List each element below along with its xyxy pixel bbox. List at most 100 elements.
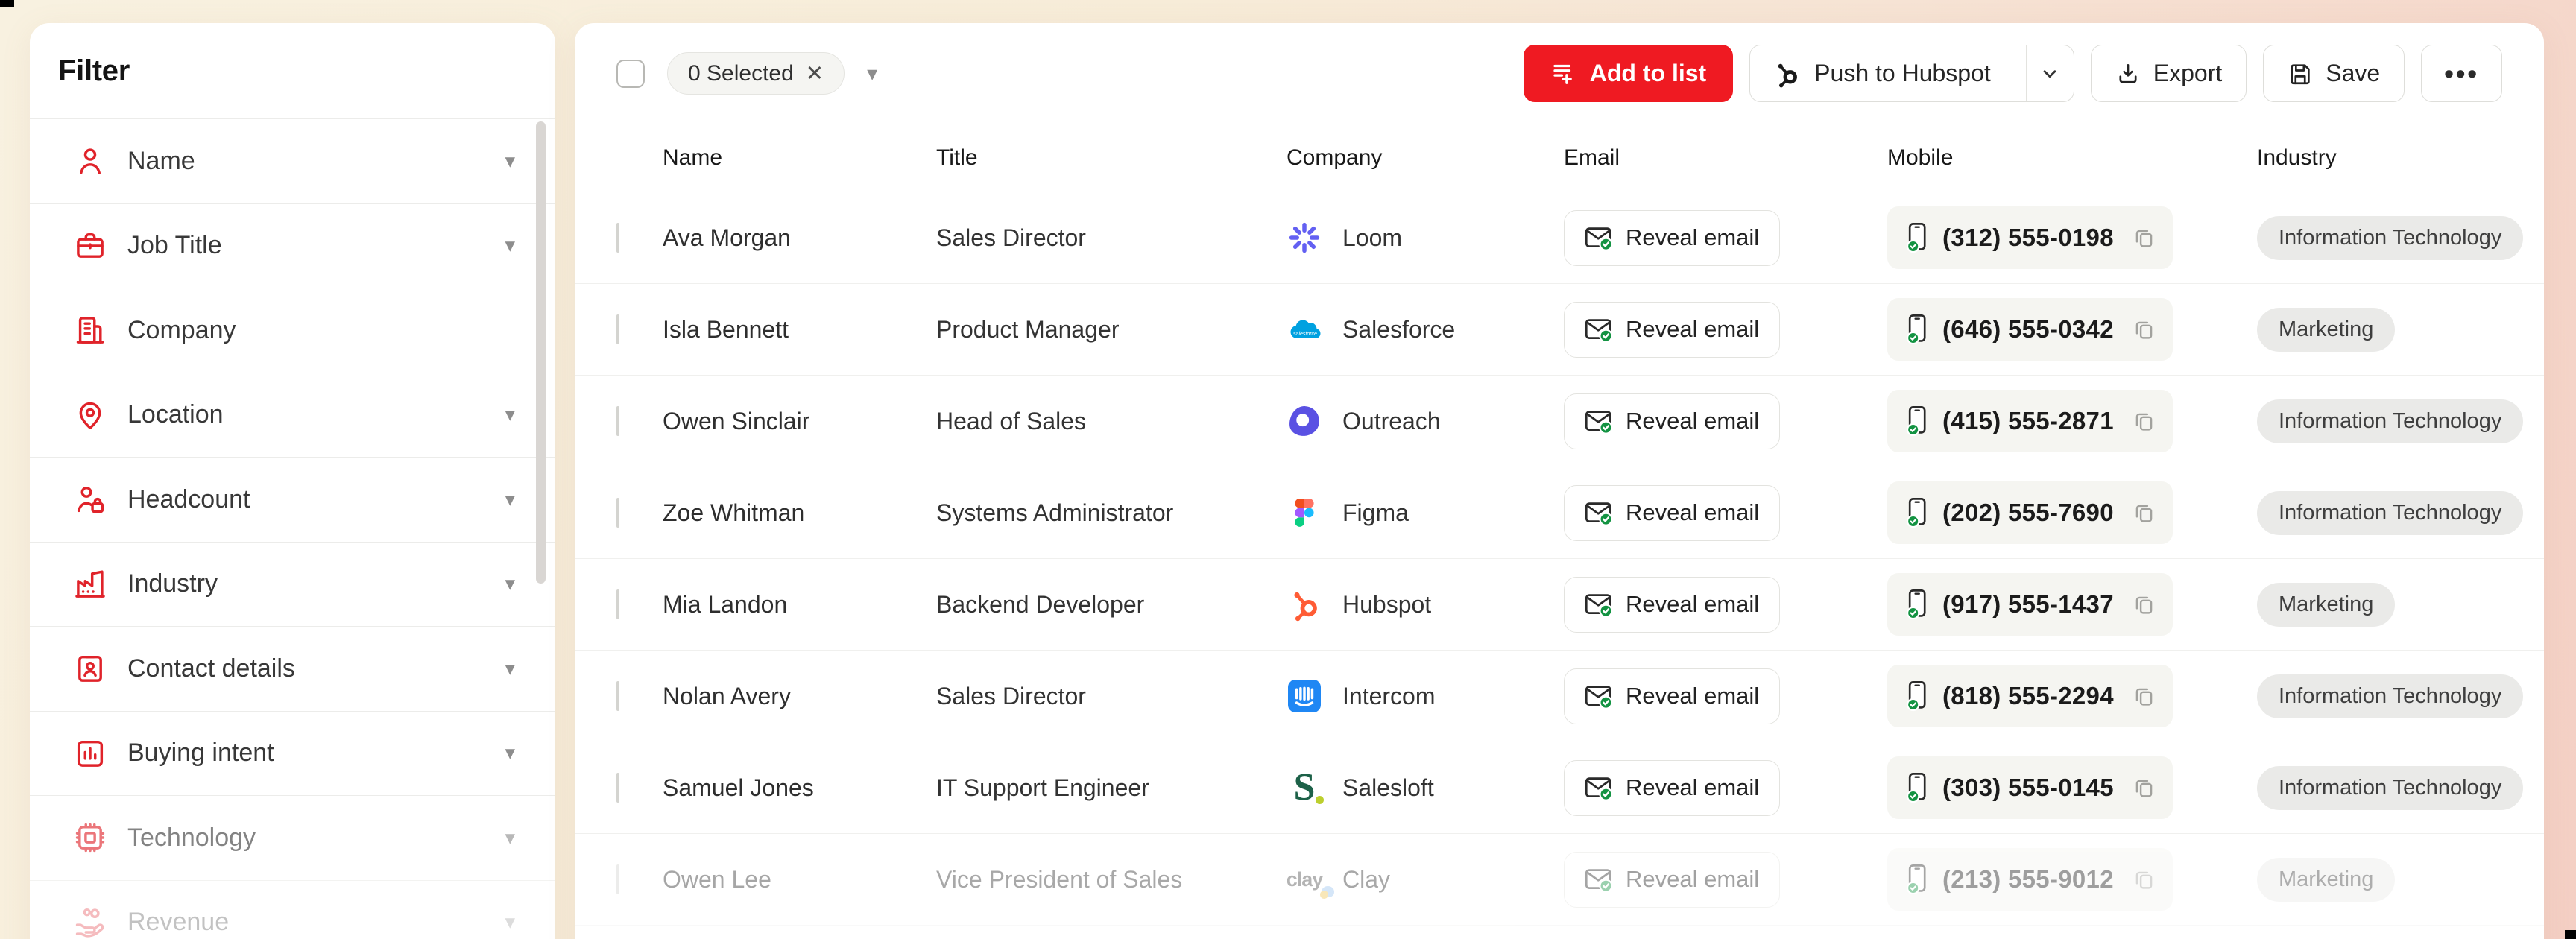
- screen-corner-artifact: [2565, 930, 2576, 939]
- company-cell: clay Clay: [1287, 861, 1564, 897]
- loom-logo: [1287, 220, 1322, 256]
- industry-badge: Information Technology: [2257, 766, 2523, 810]
- save-icon: [2288, 61, 2313, 86]
- company-cell: S Salesloft: [1287, 770, 1564, 806]
- close-icon[interactable]: ✕: [806, 60, 824, 86]
- contact-title: Head of Sales: [936, 408, 1287, 435]
- chevron-down-icon[interactable]: ▾: [867, 61, 877, 86]
- company-name: Salesforce: [1342, 316, 1455, 344]
- copy-icon[interactable]: [2133, 868, 2156, 891]
- column-header-name[interactable]: Name: [663, 145, 936, 171]
- sidebar-item-headcount[interactable]: Headcount ▾: [30, 458, 555, 543]
- row-checkbox[interactable]: [616, 589, 619, 619]
- push-to-hubspot-button[interactable]: Push to Hubspot: [1750, 45, 2013, 101]
- push-to-hubspot-dropdown[interactable]: [2026, 45, 2074, 101]
- mobile-pill[interactable]: (202) 555-7690: [1887, 481, 2173, 544]
- company-name: Figma: [1342, 499, 1409, 527]
- copy-icon[interactable]: [2133, 777, 2156, 800]
- reveal-email-button[interactable]: Reveal email: [1564, 760, 1780, 816]
- sidebar-item-technology[interactable]: Technology ▾: [30, 796, 555, 881]
- company-name: Salesloft: [1342, 774, 1434, 802]
- mobile-pill[interactable]: (415) 555-2871: [1887, 390, 2173, 452]
- save-button[interactable]: Save: [2263, 45, 2405, 102]
- mobile-pill[interactable]: (312) 555-0198: [1887, 206, 2173, 269]
- export-button[interactable]: Export: [2091, 45, 2247, 102]
- mobile-pill[interactable]: (818) 555-2294: [1887, 665, 2173, 727]
- contact-title: Sales Director: [936, 683, 1287, 710]
- row-checkbox[interactable]: [616, 223, 619, 253]
- sidebar-item-revenue[interactable]: Revenue ▾: [30, 881, 555, 939]
- filter-header: Filter: [30, 23, 555, 119]
- filter-sidebar: Filter Name ▾ Job Title ▾ Company Locati…: [30, 23, 555, 939]
- copy-icon[interactable]: [2133, 685, 2156, 708]
- row-checkbox[interactable]: [616, 773, 619, 803]
- email-check-icon: [1585, 317, 1613, 343]
- reveal-email-button[interactable]: Reveal email: [1564, 577, 1780, 633]
- sidebar-item-job-title[interactable]: Job Title ▾: [30, 204, 555, 289]
- sidebar-item-buying-intent[interactable]: Buying intent ▾: [30, 712, 555, 797]
- selected-count-chip[interactable]: 0 Selected ✕: [667, 52, 845, 95]
- mobile-pill[interactable]: (917) 555-1437: [1887, 573, 2173, 636]
- reveal-email-button[interactable]: Reveal email: [1564, 852, 1780, 908]
- column-header-email[interactable]: Email: [1564, 145, 1887, 171]
- column-header-mobile[interactable]: Mobile: [1887, 145, 2257, 171]
- mobile-pill[interactable]: (303) 555-0145: [1887, 756, 2173, 819]
- sidebar-item-name[interactable]: Name ▾: [30, 119, 555, 204]
- mobile-number: (917) 555-1437: [1942, 590, 2114, 619]
- copy-icon[interactable]: [2133, 502, 2156, 525]
- mobile-number: (646) 555-0342: [1942, 315, 2114, 344]
- industry-badge: Information Technology: [2257, 674, 2523, 718]
- company-name: Outreach: [1342, 408, 1441, 435]
- chevron-down-icon: ▾: [505, 828, 515, 848]
- add-to-list-label: Add to list: [1590, 60, 1706, 87]
- row-checkbox[interactable]: [616, 498, 619, 528]
- copy-icon[interactable]: [2133, 593, 2156, 616]
- reveal-email-button[interactable]: Reveal email: [1564, 393, 1780, 449]
- sidebar-item-label: Company: [127, 316, 236, 345]
- chevron-down-icon: ▾: [505, 235, 515, 256]
- copy-icon[interactable]: [2133, 318, 2156, 341]
- sidebar-item-industry[interactable]: Industry ▾: [30, 543, 555, 627]
- column-header-company[interactable]: Company: [1287, 145, 1564, 171]
- row-checkbox[interactable]: [616, 314, 619, 344]
- row-checkbox[interactable]: [616, 681, 619, 711]
- figma-logo: [1287, 495, 1322, 531]
- chevron-down-icon: ▾: [505, 743, 515, 763]
- industry-badge: Marketing: [2257, 583, 2395, 627]
- sidebar-item-company[interactable]: Company: [30, 288, 555, 373]
- company-cell: Outreach: [1287, 403, 1564, 439]
- industry-badge: Information Technology: [2257, 399, 2523, 443]
- reveal-email-button[interactable]: Reveal email: [1564, 668, 1780, 724]
- row-checkbox[interactable]: [616, 864, 619, 894]
- select-all-checkbox[interactable]: [616, 60, 645, 88]
- sidebar-scrollbar-thumb[interactable]: [536, 121, 546, 584]
- more-options-button[interactable]: •••: [2421, 45, 2502, 102]
- reveal-email-button[interactable]: Reveal email: [1564, 302, 1780, 358]
- row-checkbox[interactable]: [616, 406, 619, 436]
- hand-coins-icon: [73, 905, 107, 939]
- mobile-pill[interactable]: (646) 555-0342: [1887, 298, 2173, 361]
- map-pin-icon: [73, 398, 107, 432]
- sidebar-item-label: Location: [127, 400, 224, 429]
- intercom-logo: [1287, 678, 1322, 714]
- column-header-title[interactable]: Title: [936, 145, 1287, 171]
- reveal-email-button[interactable]: Reveal email: [1564, 210, 1780, 266]
- mobile-pill[interactable]: (213) 555-9012: [1887, 848, 2173, 911]
- mobile-number: (303) 555-0145: [1942, 774, 2114, 802]
- sidebar-item-location[interactable]: Location ▾: [30, 373, 555, 458]
- outreach-logo: [1287, 403, 1322, 439]
- copy-icon[interactable]: [2133, 227, 2156, 250]
- selected-count-label: 0 Selected: [688, 61, 794, 86]
- bar-chart-icon: [73, 736, 107, 771]
- copy-icon[interactable]: [2133, 410, 2156, 433]
- contact-title: Systems Administrator: [936, 499, 1287, 527]
- user-icon: [73, 144, 107, 178]
- table-row: Ava Morgan Sales Director Loom Reveal em…: [575, 192, 2544, 284]
- add-to-list-button[interactable]: Add to list: [1524, 45, 1733, 102]
- sidebar-item-contact-details[interactable]: Contact details ▾: [30, 627, 555, 712]
- industry-badge: Information Technology: [2257, 216, 2523, 260]
- company-name: Loom: [1342, 224, 1402, 252]
- reveal-email-button[interactable]: Reveal email: [1564, 485, 1780, 541]
- email-check-icon: [1585, 592, 1613, 618]
- column-header-industry[interactable]: Industry: [2257, 145, 2502, 171]
